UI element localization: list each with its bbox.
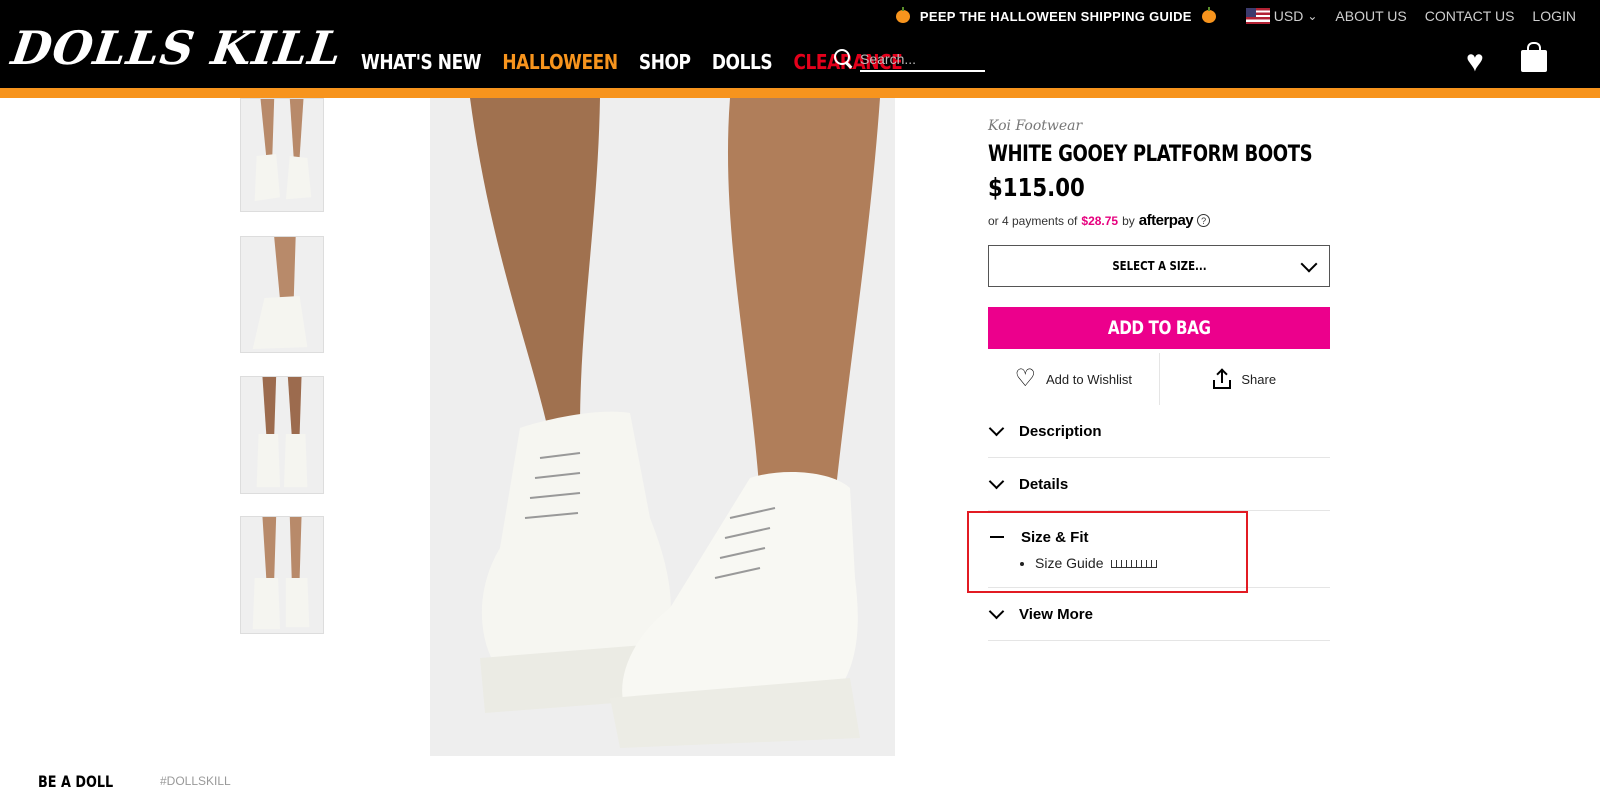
size-select-label: SELECT A SIZE... bbox=[1111, 259, 1207, 273]
site-header: PEEP THE HALLOWEEN SHIPPING GUIDE USD ⌄ … bbox=[0, 0, 1600, 90]
top-utility-bar: PEEP THE HALLOWEEN SHIPPING GUIDE USD ⌄ … bbox=[895, 6, 1576, 24]
add-to-bag-label: ADD TO BAG bbox=[1107, 317, 1211, 339]
currency-selector[interactable]: USD ⌄ bbox=[1245, 8, 1318, 24]
accordion-details-header[interactable]: Details bbox=[988, 458, 1330, 510]
product-info-panel: Koi Footwear WHITE GOOEY PLATFORM BOOTS … bbox=[988, 118, 1330, 641]
product-actions: ♡ Add to Wishlist Share bbox=[988, 353, 1330, 405]
chevron-down-icon bbox=[988, 473, 1005, 489]
nav-dolls[interactable]: DOLLS bbox=[712, 50, 773, 74]
search-icon[interactable] bbox=[834, 49, 854, 71]
help-icon[interactable]: ? bbox=[1197, 214, 1211, 227]
accordion-description-header[interactable]: Description bbox=[988, 405, 1330, 457]
accordion-title: Description bbox=[1019, 422, 1102, 440]
share-button[interactable]: Share bbox=[1158, 353, 1331, 405]
accordion-title: Details bbox=[1019, 475, 1069, 493]
heart-outline-icon: ♡ bbox=[1014, 365, 1037, 392]
login-link[interactable]: LOGIN bbox=[1532, 8, 1576, 24]
afterpay-by: by bbox=[1122, 213, 1135, 228]
product-thumbnail-4[interactable] bbox=[240, 516, 324, 634]
product-thumbnail-2[interactable] bbox=[240, 236, 324, 353]
chevron-down-icon bbox=[1300, 255, 1318, 273]
product-thumbnail-1[interactable] bbox=[240, 98, 324, 212]
chevron-down-icon bbox=[988, 603, 1005, 619]
afterpay-amount: $28.75 bbox=[1081, 213, 1119, 228]
afterpay-logo: afterpay bbox=[1138, 212, 1194, 229]
promo-text: PEEP THE HALLOWEEN SHIPPING GUIDE bbox=[919, 8, 1192, 24]
footer-hashtag[interactable]: #DOLLSKILL bbox=[160, 774, 231, 788]
search-bar bbox=[834, 48, 985, 72]
product-price: $115.00 bbox=[988, 173, 1085, 202]
product-brand[interactable]: Koi Footwear bbox=[988, 118, 1330, 134]
nav-halloween[interactable]: HALLOWEEN bbox=[502, 50, 618, 74]
pumpkin-icon bbox=[895, 6, 910, 23]
footer-heading: BE A DOLL bbox=[38, 772, 114, 791]
wishlist-label: Add to Wishlist bbox=[1046, 371, 1132, 387]
nav-shop[interactable]: SHOP bbox=[639, 50, 691, 74]
us-flag-icon bbox=[1245, 8, 1270, 24]
accordion-description: Description bbox=[988, 405, 1330, 458]
add-to-wishlist-button[interactable]: ♡ Add to Wishlist bbox=[988, 353, 1159, 405]
contact-us-link[interactable]: CONTACT US bbox=[1425, 8, 1515, 24]
product-main-image[interactable] bbox=[430, 98, 895, 756]
about-us-link[interactable]: ABOUT US bbox=[1335, 8, 1406, 24]
main-nav: WHAT'S NEW HALLOWEEN SHOP DOLLS CLEARANC… bbox=[361, 50, 903, 74]
accordion-view-more: View More bbox=[988, 588, 1330, 641]
size-guide-link[interactable]: Size Guide bbox=[1035, 555, 1330, 571]
size-guide-label: Size Guide bbox=[1035, 555, 1104, 571]
dolls-kill-logo[interactable]: DOLLS KILL bbox=[8, 20, 346, 76]
size-fit-list: Size Guide bbox=[988, 555, 1330, 587]
shopping-bag-icon[interactable] bbox=[1521, 42, 1547, 72]
currency-label: USD bbox=[1273, 8, 1304, 24]
chevron-down-icon bbox=[988, 420, 1005, 436]
afterpay-prefix: or 4 payments of bbox=[988, 213, 1078, 228]
accordion-size-fit: Size & Fit Size Guide bbox=[988, 511, 1330, 588]
accordion-title: Size & Fit bbox=[1021, 528, 1089, 546]
halloween-promo-link[interactable]: PEEP THE HALLOWEEN SHIPPING GUIDE bbox=[895, 6, 1216, 24]
header-orange-stripe bbox=[0, 88, 1600, 98]
accordion-title: View More bbox=[1019, 605, 1093, 623]
share-icon bbox=[1213, 368, 1232, 389]
search-input[interactable] bbox=[860, 48, 985, 72]
nav-whats-new[interactable]: WHAT'S NEW bbox=[361, 50, 482, 74]
wishlist-heart-icon[interactable]: ♥ bbox=[1466, 47, 1484, 77]
add-to-bag-button[interactable]: ADD TO BAG bbox=[988, 307, 1330, 349]
product-title: WHITE GOOEY PLATFORM BOOTS bbox=[988, 142, 1313, 167]
afterpay-message: or 4 payments of $28.75 by afterpay ? bbox=[988, 212, 1330, 229]
ruler-icon bbox=[1111, 560, 1158, 569]
chevron-down-icon: ⌄ bbox=[1307, 9, 1318, 23]
pumpkin-icon bbox=[1201, 6, 1216, 23]
minus-icon bbox=[990, 536, 1004, 538]
product-thumbnail-3[interactable] bbox=[240, 376, 324, 494]
accordion-details: Details bbox=[988, 458, 1330, 511]
accordion-view-more-header[interactable]: View More bbox=[988, 588, 1330, 640]
share-label: Share bbox=[1241, 371, 1277, 387]
size-select-dropdown[interactable]: SELECT A SIZE... bbox=[988, 245, 1330, 287]
